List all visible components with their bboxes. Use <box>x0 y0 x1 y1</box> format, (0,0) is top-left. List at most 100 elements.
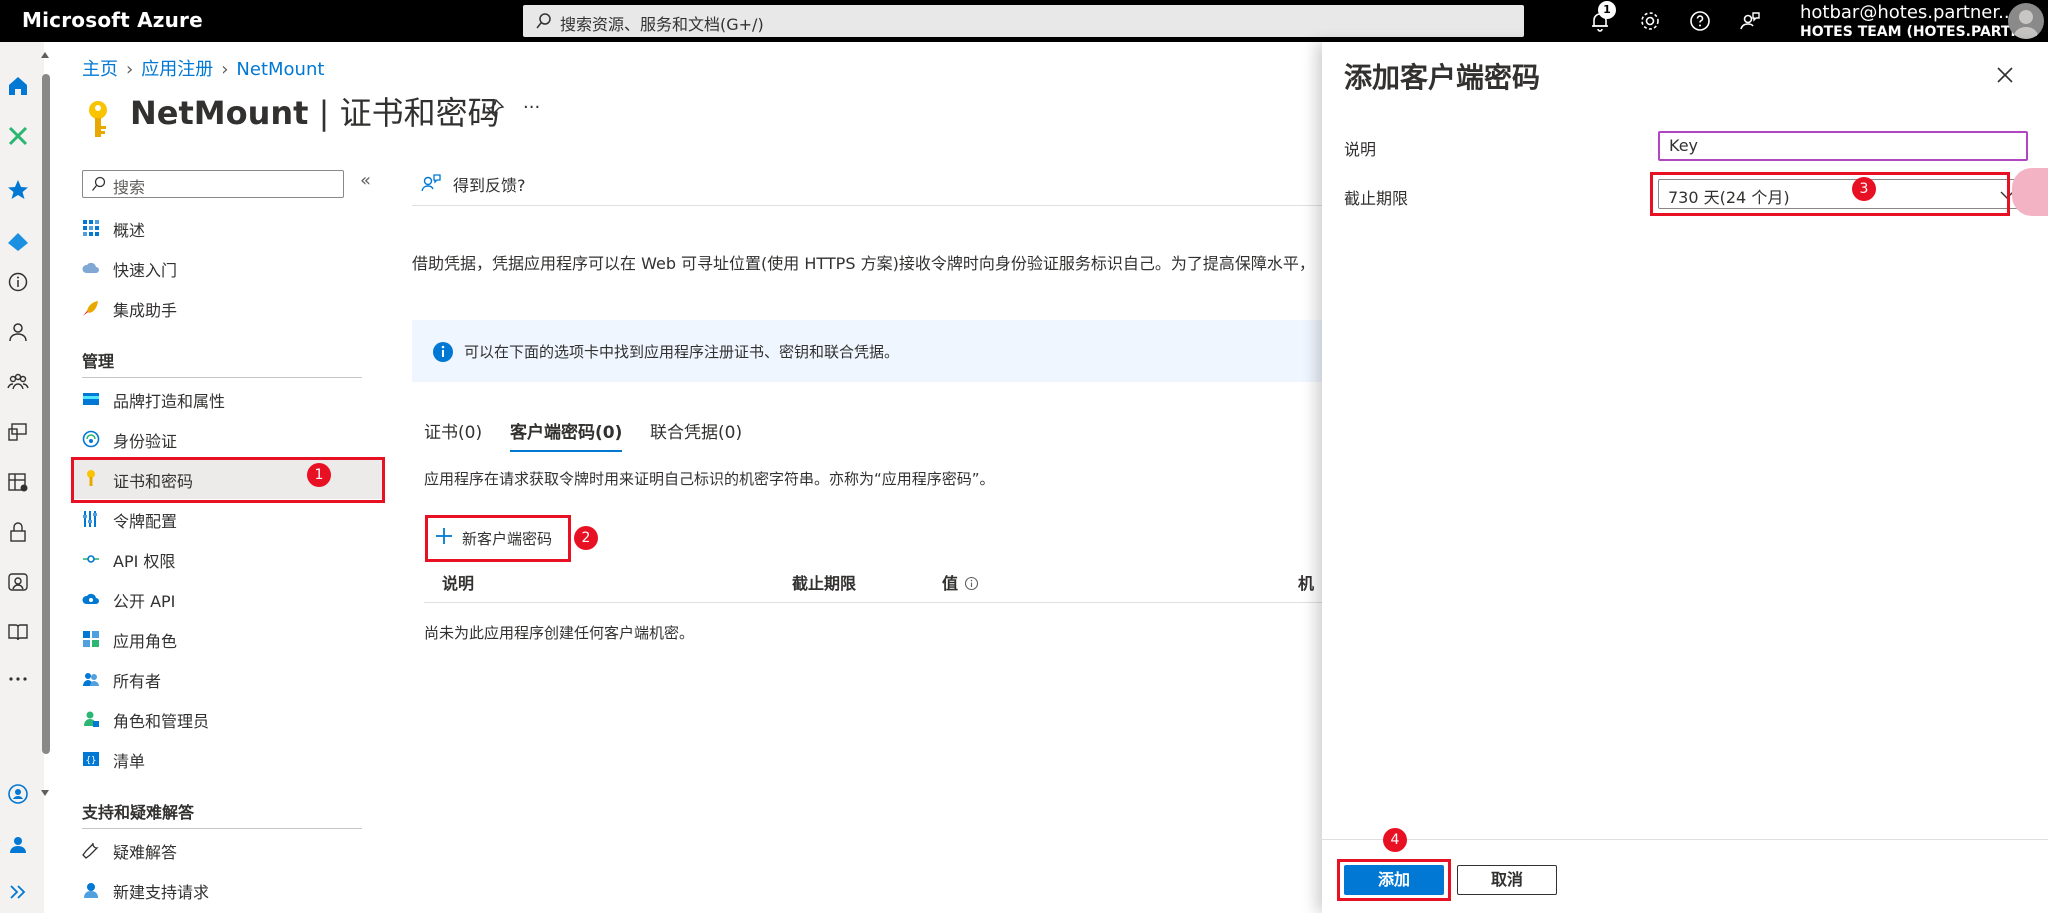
menu-item-overview[interactable]: 概述 <box>72 210 382 246</box>
column-header-expires[interactable]: 截止期限 <box>792 570 856 594</box>
app-roles-grid-icon <box>83 631 99 647</box>
side-feedback-tab[interactable] <box>2012 168 2048 216</box>
branding-card-icon <box>83 393 99 405</box>
menu-item-label: 新建支持请求 <box>113 883 210 902</box>
app-registrations-icon[interactable] <box>6 470 30 494</box>
breadcrumb-home[interactable]: 主页 <box>82 59 118 80</box>
menu-item-quickstart[interactable]: 快速入门 <box>72 250 382 286</box>
secret-description-value: Key <box>1669 136 1699 155</box>
lock-icon[interactable] <box>6 520 30 544</box>
menu-item-label: 品牌打造和属性 <box>113 392 226 411</box>
menu-item-new-support-request[interactable]: 新建支持请求 <box>72 872 382 908</box>
devices-icon[interactable] <box>6 420 30 444</box>
column-header-description[interactable]: 说明 <box>442 570 474 594</box>
settings-gear-icon[interactable] <box>1638 9 1662 33</box>
home-icon[interactable] <box>6 74 30 98</box>
portal-brand[interactable]: Microsoft Azure <box>22 8 203 32</box>
menu-item-branding[interactable]: 品牌打造和属性 <box>72 381 382 417</box>
menu-item-manifest[interactable]: {} 清单 <box>72 741 382 777</box>
authentication-icon <box>82 430 100 448</box>
scroll-up-arrow-icon[interactable] <box>40 50 50 60</box>
support-section-heading: 支持和疑难解答 <box>82 803 195 822</box>
entra-diamond-icon[interactable] <box>6 230 30 254</box>
wrench-icon <box>82 842 99 859</box>
step-badge-2: 2 <box>574 526 598 550</box>
breadcrumb-app-registrations[interactable]: 应用注册 <box>141 59 213 80</box>
info-icon <box>433 342 453 362</box>
panel-title: 添加客户端密码 <box>1344 61 1541 94</box>
highlight-box-expires <box>1650 172 2010 216</box>
info-icon[interactable] <box>6 270 30 294</box>
menu-item-token-configuration[interactable]: 令牌配置 <box>72 501 382 537</box>
support-section-divider <box>82 828 362 829</box>
portal-left-rail <box>0 42 50 913</box>
expand-chevrons-icon[interactable] <box>6 880 30 904</box>
menu-item-label: 应用角色 <box>113 632 178 651</box>
column-header-value-label: 值 <box>942 574 959 593</box>
global-search-input[interactable]: 搜索资源、服务和文档(G+/) <box>523 5 1524 37</box>
help-question-icon[interactable] <box>1688 9 1712 33</box>
rail-scrollbar-thumb[interactable] <box>42 74 50 754</box>
info-banner: 可以在下面的选项卡中找到应用程序注册证书、密钥和联合凭据。 <box>412 320 1322 382</box>
menu-item-label: API 权限 <box>113 552 176 571</box>
favorites-star-icon[interactable] <box>6 178 30 202</box>
learn-book-icon[interactable] <box>6 620 30 644</box>
column-header-value[interactable]: 值 <box>942 570 979 594</box>
identity-governance-icon[interactable] <box>6 570 30 594</box>
menu-item-troubleshooting[interactable]: 疑难解答 <box>72 832 382 868</box>
more-actions-icon[interactable]: ··· <box>523 97 540 118</box>
collapse-menu-icon[interactable]: « <box>360 170 371 191</box>
verified-id-icon[interactable] <box>6 782 30 806</box>
menu-item-integration-assistant[interactable]: 集成助手 <box>72 290 382 326</box>
close-icon[interactable] <box>1994 64 2016 86</box>
menu-search-input[interactable]: 搜索 <box>82 170 344 198</box>
menu-item-label: 身份验证 <box>113 432 178 451</box>
page-title-app: NetMount <box>130 94 309 132</box>
manage-section-heading: 管理 <box>82 352 115 371</box>
cancel-button[interactable]: 取消 <box>1457 865 1557 895</box>
menu-item-owners[interactable]: 所有者 <box>72 661 382 697</box>
account-name[interactable]: hotbar@hotes.partner... <box>1800 2 2015 23</box>
highlight-box-new-secret <box>425 515 571 562</box>
tab-certificates[interactable]: 证书(0) <box>424 418 482 443</box>
rocket-icon <box>83 301 98 316</box>
tab-federated-credentials[interactable]: 联合凭据(0) <box>650 418 742 443</box>
feedback-person-icon[interactable] <box>1738 9 1762 33</box>
breadcrumb: 主页 › 应用注册 › NetMount <box>82 55 324 81</box>
menu-item-app-roles[interactable]: 应用角色 <box>72 621 382 657</box>
search-icon <box>91 176 106 191</box>
tab-client-secrets[interactable]: 客户端密码(0) <box>510 418 622 443</box>
menu-item-roles-admins[interactable]: 角色和管理员 <box>72 701 382 737</box>
secret-description-input[interactable]: Key <box>1658 131 2028 161</box>
manifest-icon: {} <box>83 752 99 766</box>
tools-icon[interactable] <box>6 124 30 148</box>
menu-item-authentication[interactable]: 身份验证 <box>72 421 382 457</box>
column-header-id[interactable]: 机 <box>1298 570 1314 594</box>
empty-secrets-message: 尚未为此应用程序创建任何客户端机密。 <box>424 624 695 642</box>
scroll-down-arrow-icon[interactable] <box>40 788 50 798</box>
account-directory[interactable]: HOTES TEAM (HOTES.PARTN... <box>1800 24 2038 40</box>
menu-item-expose-api[interactable]: 公开 API <box>72 581 382 617</box>
info-banner-text: 可以在下面的选项卡中找到应用程序注册证书、密钥和联合凭据。 <box>464 343 900 361</box>
menu-item-label: 所有者 <box>113 672 162 691</box>
svg-text:{}: {} <box>86 756 97 766</box>
menu-item-label: 公开 API <box>113 592 176 611</box>
breadcrumb-app[interactable]: NetMount <box>236 59 324 80</box>
client-secrets-description: 应用程序在请求获取令牌时用来证明自己标识的机密字符串。亦称为“应用程序密码”。 <box>424 470 995 488</box>
feedback-person-icon <box>421 174 441 192</box>
key-icon <box>89 101 107 137</box>
user-avatar[interactable] <box>2008 3 2044 39</box>
cloud-api-icon <box>82 593 99 604</box>
value-info-icon[interactable] <box>964 576 979 591</box>
support-agent-icon[interactable] <box>6 832 30 856</box>
token-bars-icon <box>83 511 97 527</box>
groups-icon[interactable] <box>6 370 30 394</box>
table-header-divider <box>424 602 1322 603</box>
add-button[interactable]: 添加 <box>1344 865 1444 895</box>
more-ellipsis-icon[interactable] <box>6 667 30 691</box>
breadcrumb-separator: › <box>126 59 134 80</box>
user-icon[interactable] <box>6 320 30 344</box>
menu-item-api-permissions[interactable]: API 权限 <box>72 541 382 577</box>
pin-icon[interactable] <box>483 98 505 120</box>
avatar-person-icon <box>2013 10 2039 39</box>
